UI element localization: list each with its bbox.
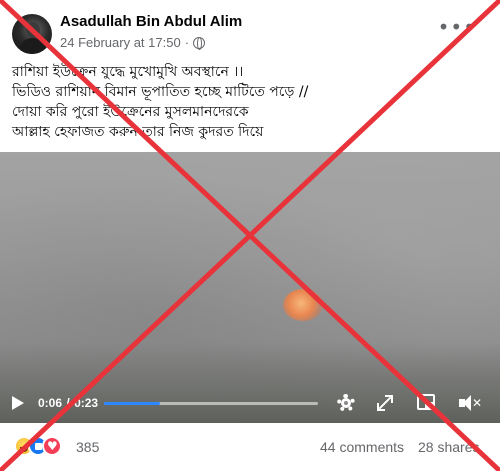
love-icon xyxy=(42,436,62,456)
video-controls: 0:06 / 0:23 ✕ xyxy=(0,385,500,421)
post-footer: 385 44 comments 28 shares xyxy=(0,425,500,471)
date-separator: · xyxy=(184,35,190,50)
pip-mini-window xyxy=(425,402,434,409)
avatar-body xyxy=(20,38,46,54)
avatar-head xyxy=(26,22,40,38)
caption-line: রাশিয়া ইউক্রেন যুদ্ধে মুখোমুখি অবস্থানে… xyxy=(12,64,244,80)
reaction-count[interactable]: 385 xyxy=(76,439,99,455)
video-frame-explosion xyxy=(283,289,323,321)
pip-icon[interactable] xyxy=(415,393,437,413)
expand-arrow-bottom xyxy=(377,403,385,411)
mute-x: ✕ xyxy=(472,396,483,410)
post-header: Asadullah Bin Abdul Alim 24 February at … xyxy=(0,0,500,60)
more-options-icon[interactable]: ••• xyxy=(438,17,476,37)
video-player[interactable] xyxy=(0,152,500,423)
caption-line: আল্লাহ হেফাজত করুন তার নিজ কুদরত দিয়ে xyxy=(12,124,264,140)
facebook-post: Asadullah Bin Abdul Alim 24 February at … xyxy=(0,0,500,471)
expand-icon[interactable] xyxy=(374,393,396,413)
post-caption: রাশিয়া ইউক্রেন যুদ্ধে মুখোমুখি অবস্থানে… xyxy=(12,62,490,142)
video-progress-fill xyxy=(104,402,160,405)
video-progress-bar[interactable] xyxy=(104,402,318,405)
current-time: 0:06 xyxy=(38,396,63,410)
video-time: 0:06 / 0:23 xyxy=(38,396,98,410)
avatar[interactable] xyxy=(12,14,52,54)
speaker-cone xyxy=(463,395,471,411)
play-icon[interactable] xyxy=(12,396,24,410)
caption-line: দোয়া করি পুরো ইউক্রেনের মুসলমানদেরকে xyxy=(12,104,249,120)
expand-arrow-top xyxy=(385,395,393,403)
post-date[interactable]: 24 February at 17:50 xyxy=(60,35,181,50)
shares-count[interactable]: 28 shares xyxy=(418,439,479,455)
volume-muted-icon[interactable]: ✕ xyxy=(457,393,483,413)
gear-icon[interactable] xyxy=(335,393,357,413)
globe-icon xyxy=(193,36,206,50)
post-meta: 24 February at 17:50 · xyxy=(60,35,206,50)
comments-count[interactable]: 44 comments xyxy=(320,439,404,455)
author-name[interactable]: Asadullah Bin Abdul Alim xyxy=(60,13,242,30)
time-separator: / xyxy=(66,396,70,410)
reaction-icons[interactable] xyxy=(14,436,74,458)
caption-line: ভিডিও রাশিয়ান বিমান ভূপাতিত হচ্ছে মাটিত… xyxy=(12,84,309,100)
gear-hole xyxy=(344,401,348,405)
duration: 0:23 xyxy=(74,396,99,410)
